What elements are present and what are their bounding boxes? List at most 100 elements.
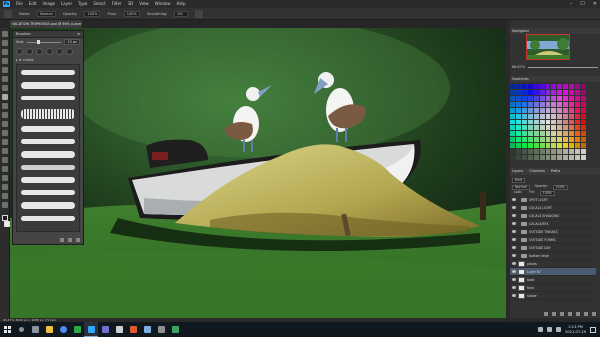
color-swatch[interactable] bbox=[557, 119, 563, 125]
panel-menu-icon[interactable]: ≡ bbox=[77, 31, 80, 37]
type-tool-icon[interactable] bbox=[1, 166, 8, 172]
visibility-eye-icon[interactable] bbox=[512, 270, 516, 273]
zoom-tool-icon[interactable] bbox=[1, 202, 8, 208]
color-swatch[interactable] bbox=[563, 149, 569, 155]
color-swatch[interactable] bbox=[527, 155, 533, 160]
layer-opacity-field[interactable]: 100% bbox=[552, 184, 568, 190]
color-swatch[interactable] bbox=[539, 107, 545, 113]
chrome-icon[interactable] bbox=[56, 322, 70, 337]
hand-tool-icon[interactable] bbox=[1, 193, 8, 199]
network-icon[interactable] bbox=[538, 327, 544, 332]
smoothing-field[interactable]: 0% bbox=[174, 10, 189, 17]
color-swatch[interactable] bbox=[563, 143, 569, 149]
color-swatch[interactable] bbox=[510, 89, 515, 95]
color-swatch[interactable] bbox=[515, 84, 521, 89]
color-swatch[interactable] bbox=[557, 143, 563, 149]
brush-size-slider[interactable] bbox=[27, 40, 62, 44]
fill-field[interactable]: 100% bbox=[539, 190, 555, 196]
color-swatch[interactable] bbox=[515, 125, 521, 131]
layer-kind-filter[interactable]: Kind bbox=[512, 177, 526, 183]
color-swatch[interactable] bbox=[521, 113, 527, 119]
move-tool-icon[interactable] bbox=[1, 31, 8, 37]
visibility-eye-icon[interactable] bbox=[512, 286, 516, 289]
app-icon[interactable] bbox=[140, 322, 154, 337]
app-icon[interactable] bbox=[126, 322, 140, 337]
color-swatch[interactable] bbox=[515, 155, 521, 160]
color-swatch[interactable] bbox=[563, 119, 569, 125]
color-swatch[interactable] bbox=[527, 149, 533, 155]
color-swatch[interactable] bbox=[575, 137, 581, 143]
color-swatch[interactable] bbox=[581, 149, 586, 155]
color-swatch[interactable] bbox=[551, 101, 557, 107]
color-swatch[interactable] bbox=[551, 107, 557, 113]
color-swatch[interactable] bbox=[575, 107, 581, 113]
clone-stamp-tool-icon[interactable] bbox=[1, 103, 8, 109]
brush-stroke-preview[interactable] bbox=[21, 151, 75, 158]
color-swatch[interactable] bbox=[557, 113, 563, 119]
color-swatch[interactable] bbox=[533, 125, 539, 131]
color-swatch[interactable] bbox=[539, 143, 545, 149]
color-swatch[interactable] bbox=[575, 155, 581, 160]
color-swatch[interactable] bbox=[539, 125, 545, 131]
color-swatch[interactable] bbox=[569, 149, 575, 155]
clock[interactable]: 2:13 PM 2021-07-29 bbox=[565, 325, 586, 334]
color-swatch[interactable] bbox=[515, 95, 521, 101]
document-tab[interactable]: VACATION TRIPHOUSE.psd @ 66% (Layer 67, … bbox=[10, 20, 82, 28]
color-swatch[interactable] bbox=[527, 131, 533, 137]
color-swatch[interactable] bbox=[539, 113, 545, 119]
color-swatch[interactable] bbox=[510, 143, 515, 149]
background-color[interactable] bbox=[3, 221, 10, 227]
color-swatch[interactable] bbox=[557, 131, 563, 137]
color-swatch[interactable] bbox=[510, 107, 515, 113]
color-swatch[interactable] bbox=[551, 155, 557, 160]
color-swatch[interactable] bbox=[533, 107, 539, 113]
color-swatch[interactable] bbox=[521, 107, 527, 113]
color-swatch[interactable] bbox=[515, 113, 521, 119]
color-swatch[interactable] bbox=[569, 107, 575, 113]
color-swatch[interactable] bbox=[581, 107, 586, 113]
color-swatch[interactable] bbox=[551, 143, 557, 149]
visibility-eye-icon[interactable] bbox=[512, 254, 516, 257]
menu-filter[interactable]: Filter bbox=[112, 0, 122, 8]
color-swatch[interactable] bbox=[557, 107, 563, 113]
file-explorer-icon[interactable] bbox=[42, 322, 56, 337]
color-swatch[interactable] bbox=[581, 101, 586, 107]
color-swatch[interactable] bbox=[575, 131, 581, 137]
color-swatch[interactable] bbox=[533, 95, 539, 101]
layer-style-icon[interactable] bbox=[552, 312, 556, 316]
layer-row[interactable]: SPOT LIGHT bbox=[510, 196, 596, 204]
minimize-button[interactable]: – bbox=[570, 0, 573, 8]
color-swatch[interactable] bbox=[527, 119, 533, 125]
visibility-eye-icon[interactable] bbox=[512, 214, 516, 217]
menu-window[interactable]: Window bbox=[155, 0, 171, 8]
app-icon[interactable] bbox=[168, 322, 182, 337]
color-swatch[interactable] bbox=[510, 137, 515, 143]
dodge-tool-icon[interactable] bbox=[1, 148, 8, 154]
color-swatch[interactable] bbox=[521, 155, 527, 160]
flow-field[interactable]: 100% bbox=[123, 10, 140, 17]
color-swatch[interactable] bbox=[575, 113, 581, 119]
color-swatch[interactable] bbox=[521, 101, 527, 107]
color-swatch[interactable] bbox=[563, 107, 569, 113]
color-swatch[interactable] bbox=[545, 125, 551, 131]
pen-tool-icon[interactable] bbox=[1, 157, 8, 163]
brush-stroke-preview[interactable] bbox=[21, 190, 75, 195]
color-swatch[interactable] bbox=[563, 137, 569, 143]
canvas[interactable] bbox=[10, 28, 506, 318]
path-select-tool-icon[interactable] bbox=[1, 175, 8, 181]
color-swatch[interactable] bbox=[575, 84, 581, 89]
color-swatch[interactable] bbox=[510, 131, 515, 137]
menu-select[interactable]: Select bbox=[93, 0, 105, 8]
brush-stroke-preview[interactable] bbox=[21, 216, 75, 221]
recent-brush-preset[interactable] bbox=[36, 48, 43, 55]
color-swatch[interactable] bbox=[533, 89, 539, 95]
color-swatch[interactable] bbox=[539, 89, 545, 95]
brush-folder[interactable]: ▸ ★ cchalk bbox=[13, 57, 83, 63]
color-swatch[interactable] bbox=[533, 119, 539, 125]
color-swatch[interactable] bbox=[551, 89, 557, 95]
color-swatch[interactable] bbox=[545, 101, 551, 107]
color-swatch[interactable] bbox=[563, 131, 569, 137]
color-swatch[interactable] bbox=[569, 125, 575, 131]
volume-icon[interactable] bbox=[547, 327, 553, 332]
color-swatch[interactable] bbox=[545, 107, 551, 113]
